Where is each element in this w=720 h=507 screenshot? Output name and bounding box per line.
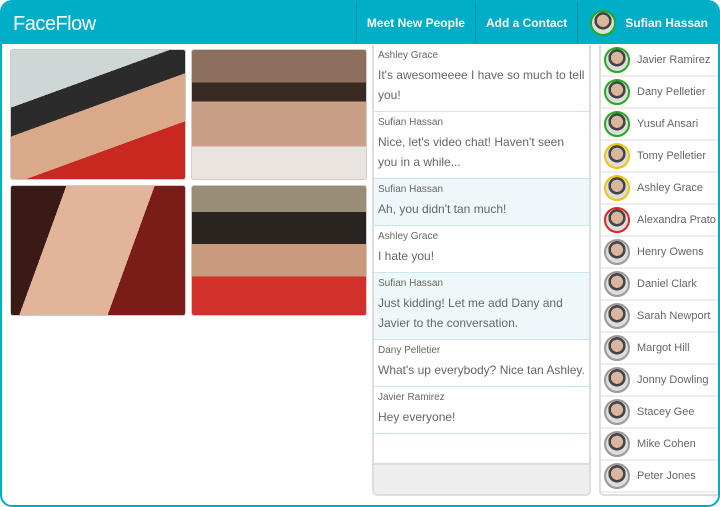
contact-item[interactable]: Margot Hill [601, 333, 718, 365]
contact-name: Ashley Grace [637, 182, 704, 194]
app-window: FaceFlow Meet New People Add a Contact S… [0, 0, 720, 507]
contact-name: Sarah Newport [637, 310, 711, 322]
avatar [604, 175, 630, 201]
avatar [604, 271, 630, 297]
avatar [604, 239, 630, 265]
chat-message: Ashley Grace It's awesomeeee I have so mu… [374, 45, 589, 112]
avatar [590, 10, 617, 36]
avatar [604, 111, 630, 137]
message-author: Ashley Grace [378, 50, 439, 61]
video-tile[interactable] [10, 49, 186, 180]
message-text: What's up everybody? Nice tan Ashley. [378, 363, 585, 377]
message-text: Ah, you didn't tan much! [378, 202, 507, 216]
message-author: Dany Pelletier [378, 345, 441, 356]
contact-item[interactable]: Henry Owens [601, 237, 718, 269]
contact-item[interactable]: Peter Jones [601, 461, 718, 493]
contact-name: Stacey Gee [637, 406, 695, 418]
contact-name: Alexandra Prato [637, 214, 716, 226]
contact-name: Yusuf Ansari [637, 118, 699, 130]
contact-item[interactable]: Dany Pelletier [601, 77, 718, 109]
meet-new-people-button[interactable]: Meet New People [355, 2, 475, 44]
avatar [604, 431, 630, 457]
chat-panel: Ashley Grace It's awesomeeee I have so mu… [372, 45, 591, 496]
avatar [604, 79, 630, 105]
avatar [604, 463, 630, 489]
message-author: Sufian Hassan [378, 184, 444, 195]
contact-name: Mike Cohen [637, 438, 696, 450]
avatar [604, 303, 630, 329]
message-text: Nice, let's video chat! Haven't seen you… [378, 135, 565, 169]
contact-name: Henry Owens [637, 246, 704, 258]
contact-name: Tomy Pelletier [637, 150, 707, 162]
message-list: Ashley Grace It's awesomeeee I have so mu… [374, 45, 589, 434]
contact-name: Daniel Clark [637, 278, 697, 290]
message-text: Hey everyone! [378, 410, 456, 424]
contact-item[interactable]: Yusuf Ansari [601, 109, 718, 141]
chat-message: Sufian Hassan Nice, let's video chat! Hav… [374, 112, 589, 179]
message-text: It's awesomeeee I have so much to tell y… [378, 68, 585, 102]
contact-item[interactable]: Mike Cohen [601, 429, 718, 461]
message-text: Just kidding! Let me add Dany and Javier… [378, 296, 563, 330]
message-author: Javier Ramirez [378, 392, 445, 403]
contact-name: Peter Jones [637, 470, 696, 482]
message-author: Sufian Hassan [378, 278, 444, 289]
message-input[interactable] [374, 463, 589, 494]
chat-message: Dany Pelletier What's up everybody? Nice … [374, 340, 589, 387]
avatar [604, 207, 630, 233]
chat-message: Ashley Grace I hate you! [374, 226, 589, 273]
contact-name: Dany Pelletier [637, 86, 706, 98]
message-author: Sufian Hassan [378, 117, 444, 128]
avatar [604, 335, 630, 361]
contact-item[interactable]: Tomy Pelletier [601, 141, 718, 173]
avatar [604, 47, 630, 73]
avatar [604, 367, 630, 393]
user-menu[interactable]: Sufian Hassan [577, 2, 718, 44]
avatar [604, 399, 630, 425]
contact-item[interactable]: Alexandra Prato [601, 205, 718, 237]
contact-name: Jonny Dowling [637, 374, 709, 386]
add-contact-button[interactable]: Add a Contact [474, 2, 577, 44]
contact-list: Javier Ramirez Dany Pelletier Yusuf Ansari… [599, 45, 718, 496]
header: FaceFlow Meet New People Add a Contact S… [2, 2, 718, 44]
contact-name: Margot Hill [637, 342, 690, 354]
contact-item[interactable]: Daniel Clark [601, 269, 718, 301]
video-tile[interactable] [191, 185, 367, 316]
user-name: Sufian Hassan [625, 16, 708, 30]
chat-message: Javier Ramirez Hey everyone! [374, 387, 589, 434]
contact-item[interactable]: Ashley Grace [601, 173, 718, 205]
contact-item[interactable]: Stacey Gee [601, 397, 718, 429]
chat-message: Sufian Hassan Just kidding! Let me add Da… [374, 273, 589, 340]
message-text: I hate you! [378, 249, 435, 263]
contact-name: Javier Ramirez [637, 54, 711, 66]
chat-message: Sufian Hassan Ah, you didn't tan much! [374, 179, 589, 226]
contact-item[interactable]: Sarah Newport [601, 301, 718, 333]
contact-item[interactable]: Jonny Dowling [601, 365, 718, 397]
logo: FaceFlow [13, 13, 96, 35]
contact-item[interactable]: Javier Ramirez [601, 45, 718, 77]
avatar [604, 143, 630, 169]
video-tile[interactable] [191, 49, 367, 180]
message-author: Ashley Grace [378, 231, 439, 242]
video-tile[interactable] [10, 185, 186, 316]
top-nav: Meet New People Add a Contact Sufian Has… [355, 2, 718, 44]
